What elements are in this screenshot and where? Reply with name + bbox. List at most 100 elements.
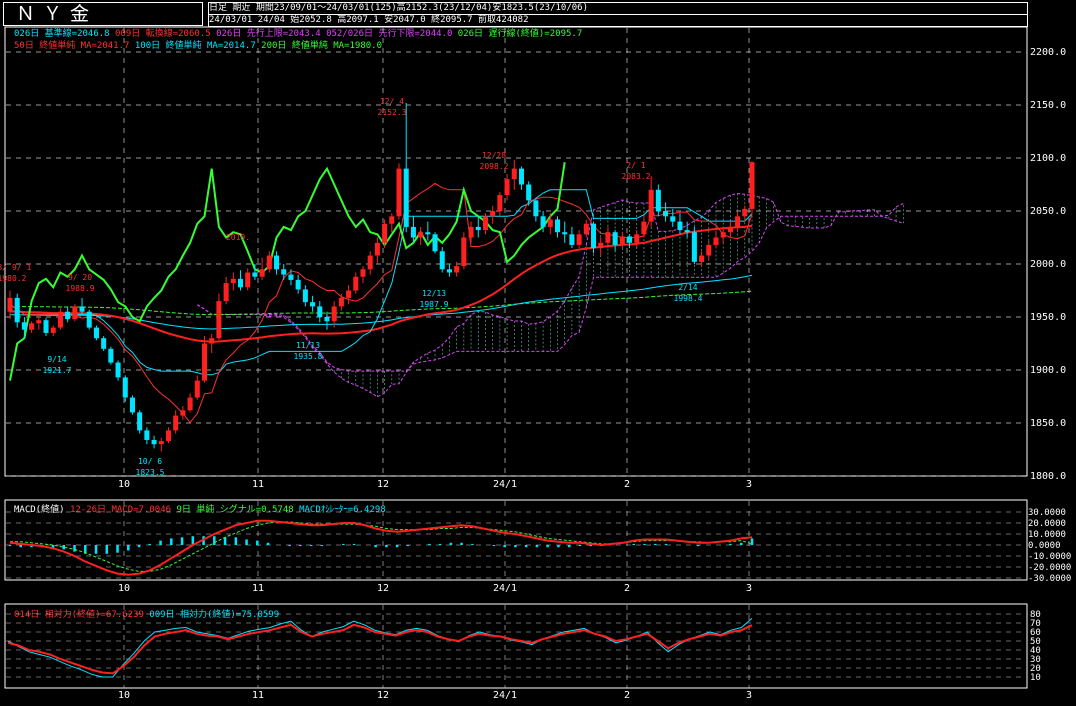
stock-chart: 2200.0 2150.0 2100.0 2050.0 2000.0 1950.0 1900… — [0, 26, 1071, 701]
candle-body — [274, 255, 280, 270]
candle-body — [425, 232, 431, 235]
main-y-tick: 2000.0 — [1030, 259, 1066, 270]
main-y-tick: 2200.0 — [1030, 47, 1066, 58]
candle-body — [108, 348, 114, 363]
macd-x-tick: 2 — [624, 583, 630, 594]
candle-body — [627, 236, 633, 243]
candle-body — [432, 234, 438, 252]
rsi-x-tick: 12 — [377, 690, 389, 701]
macd-y-tick: 10.0000 — [1028, 530, 1066, 540]
candle-body — [266, 255, 272, 270]
main-x-tick: 10 — [118, 479, 130, 490]
main-y-tick: 2050.0 — [1030, 206, 1066, 217]
candle-body — [122, 377, 128, 398]
ma100-line — [9, 274, 753, 330]
candle-body — [619, 236, 625, 245]
candle-body — [634, 234, 640, 243]
rsi-y-tick: 10 — [1030, 673, 1041, 683]
candle-body — [648, 189, 654, 222]
rsi-x-tick: 24/1 — [493, 690, 517, 701]
rsi-x-tick: 3 — [746, 690, 752, 701]
candle-body — [533, 200, 539, 217]
main-x-tick: 12 — [377, 479, 389, 490]
candle-body — [43, 320, 49, 333]
main-x-tick: 2 — [624, 479, 630, 490]
macd-x-tick: 10 — [118, 583, 130, 594]
candle-body — [554, 219, 561, 233]
candle-body — [288, 274, 294, 280]
main-y-tick: 2100.0 — [1030, 153, 1066, 164]
macd-x-tick: 11 — [252, 583, 264, 594]
candle-body — [389, 216, 395, 224]
candle-body — [583, 223, 589, 235]
candle-body — [504, 179, 510, 196]
candle-body — [713, 237, 719, 245]
candle-body — [36, 320, 42, 324]
candle-body — [238, 278, 244, 288]
candle-body — [569, 234, 575, 245]
candle-body — [115, 362, 121, 378]
candle-body — [187, 397, 193, 411]
candle-body — [605, 232, 611, 243]
candle-body — [598, 242, 604, 249]
price-annotation: 1987.9 — [420, 300, 449, 309]
price-annotation: 9/ 20 — [68, 273, 92, 282]
macd-x-tick: 3 — [746, 583, 752, 594]
macd-y-tick: 0.0000 — [1028, 541, 1061, 551]
candle-body — [216, 301, 222, 339]
candle-body — [50, 327, 56, 333]
main-y-tick: 1900.0 — [1030, 365, 1066, 376]
candle-body — [158, 441, 164, 445]
main-x-tick: 11 — [252, 479, 264, 490]
macd-y-tick: -30.0000 — [1028, 574, 1071, 584]
candle-body — [439, 251, 445, 270]
macd-x-tick: 24/1 — [493, 583, 517, 594]
macd-x-tick: 12 — [377, 583, 389, 594]
candle-body — [461, 237, 467, 267]
macd-y-tick: 30.0000 — [1028, 508, 1066, 518]
main-x-tick: 24/1 — [493, 479, 517, 490]
price-annotation: 23/ 9/ 1 — [0, 263, 31, 272]
candle-body — [720, 232, 726, 238]
candle-body — [129, 397, 135, 413]
candle-body — [511, 168, 517, 180]
candle-body — [194, 380, 200, 398]
candle-body — [410, 226, 416, 238]
main-y-tick: 1950.0 — [1030, 312, 1066, 323]
candle-body — [518, 168, 524, 185]
candle-body — [101, 338, 107, 349]
price-annotation: 1988.9 — [66, 284, 95, 293]
candle-body — [93, 327, 99, 339]
candle-body — [173, 415, 179, 431]
candle-body — [72, 306, 78, 320]
candle-body — [735, 216, 741, 227]
price-annotation: 9/14 — [47, 355, 66, 364]
candle-body — [14, 297, 20, 323]
candle-body — [526, 184, 532, 201]
candle-body — [742, 208, 748, 217]
candle-body — [29, 323, 35, 330]
candle-body — [670, 216, 676, 222]
candle-body — [706, 244, 712, 256]
candle-body — [209, 338, 215, 344]
candle-body — [382, 223, 388, 243]
candle-body — [540, 216, 546, 227]
price-annotation: 1998.4 — [674, 294, 703, 303]
price-annotation: 1980.2 — [0, 274, 27, 283]
candle-body — [749, 162, 755, 209]
candle-body — [65, 311, 71, 320]
main-y-tick: 1800.0 — [1030, 471, 1066, 482]
candle-body — [468, 226, 474, 238]
candle-body — [310, 302, 316, 307]
candle-body — [684, 230, 690, 233]
candle-body — [137, 412, 143, 431]
candle-body — [295, 279, 301, 290]
main-y-tick: 2150.0 — [1030, 100, 1066, 111]
candle-body — [612, 232, 618, 245]
main-x-tick: 3 — [746, 479, 752, 490]
price-annotation: 11/13 — [296, 341, 320, 350]
candle-body — [367, 255, 373, 270]
candle-body — [403, 168, 409, 227]
macd-y-tick: -10.0000 — [1028, 552, 1071, 562]
candle-body — [663, 211, 669, 217]
